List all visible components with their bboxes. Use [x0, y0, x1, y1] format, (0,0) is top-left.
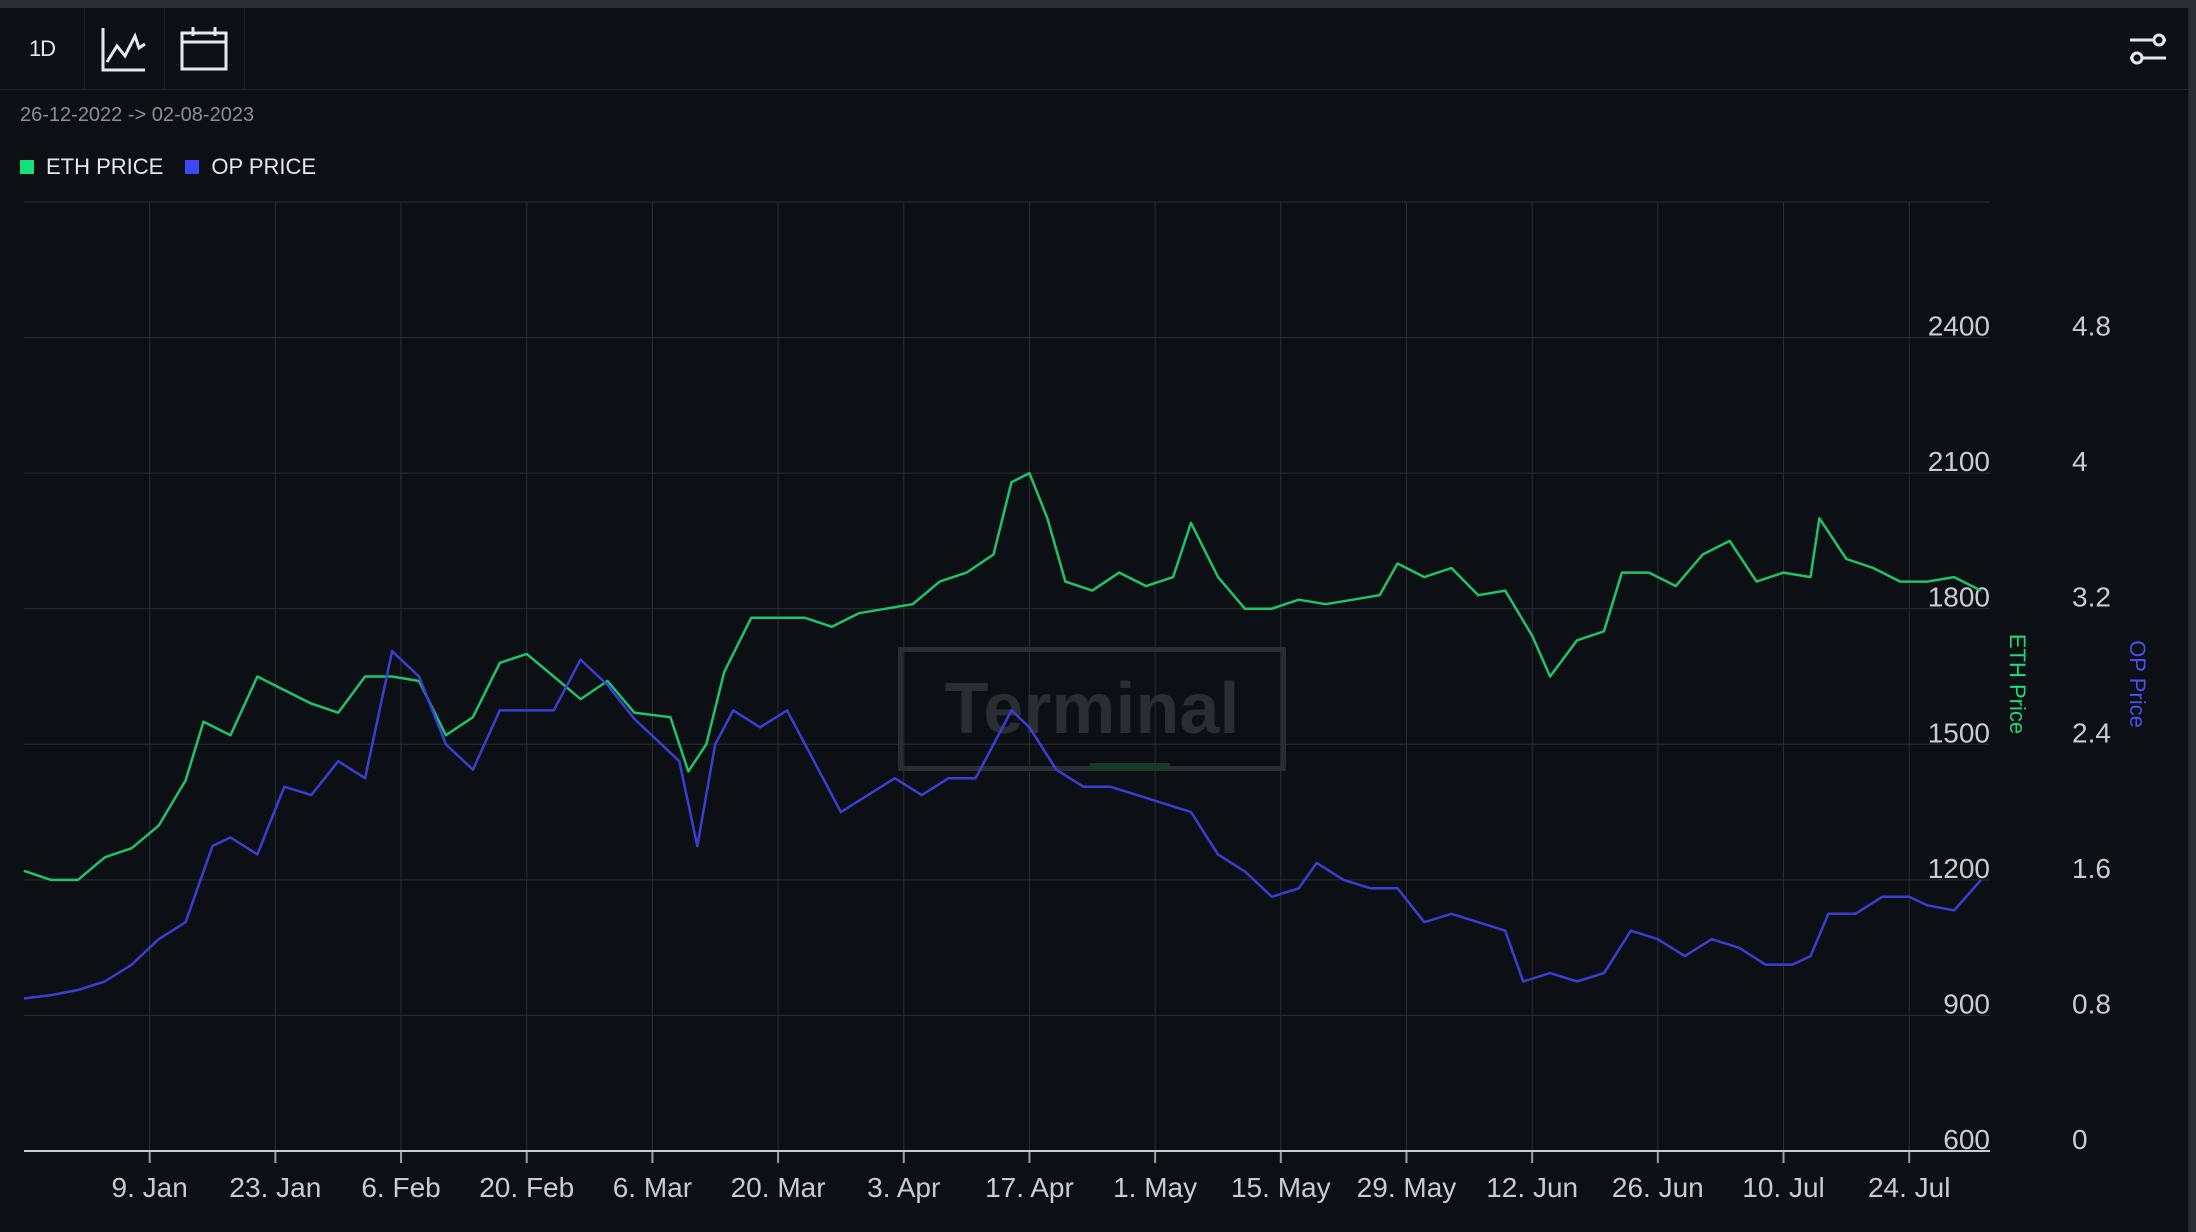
eth-axis-title: ETH Price [2005, 634, 2030, 734]
x-axis-tick-label: 12. Jun [1486, 1172, 1578, 1203]
eth-price-line [23, 471, 1982, 882]
chart-panel: 1D 26-12-2022 -> 02-08-2023 ETH PRICE OP… [0, 8, 2189, 1232]
eth-axis-tick-label: 900 [1943, 988, 1990, 1019]
eth-axis-tick-label: 1200 [1928, 853, 1990, 884]
x-axis-tick-label: 1. May [1113, 1172, 1197, 1203]
x-axis-tick-label: 10. Jul [1742, 1172, 1825, 1203]
op-axis-tick-label: 1.6 [2072, 853, 2111, 884]
x-axis-tick-label: 3. Apr [867, 1172, 940, 1203]
x-axis-tick-label: 23. Jan [229, 1172, 321, 1203]
x-axis-tick-label: 29. May [1357, 1172, 1457, 1203]
op-axis-tick-label: 2.4 [2072, 717, 2111, 748]
op-axis-tick-label: 3.2 [2072, 582, 2111, 613]
op-axis-tick-label: 4 [2072, 446, 2088, 477]
x-axis-tick-label: 6. Mar [613, 1172, 692, 1203]
eth-axis-tick-label: 2100 [1928, 446, 1990, 477]
x-axis-tick-label: 20. Mar [731, 1172, 826, 1203]
x-axis-tick-label: 24. Jul [1868, 1172, 1951, 1203]
op-axis-tick-label: 0.8 [2072, 988, 2111, 1019]
x-axis-tick-label: 6. Feb [361, 1172, 440, 1203]
x-axis-tick-label: 17. Apr [985, 1172, 1074, 1203]
x-axis-tick-label: 15. May [1231, 1172, 1331, 1203]
op-axis-title: OP Price [2125, 640, 2150, 728]
eth-axis-tick-label: 1800 [1928, 582, 1990, 613]
price-chart[interactable]: 600 0900 0.81200 1.61500 2.41800 3.22100 42400… [0, 8, 2188, 1232]
op-axis-tick-label: 0 [2072, 1124, 2088, 1155]
op-price-line [23, 649, 1982, 1000]
eth-axis-tick-label: 2400 [1928, 311, 1990, 342]
x-axis-tick-label: 26. Jun [1612, 1172, 1704, 1203]
op-axis-tick-label: 4.8 [2072, 311, 2111, 342]
eth-axis-tick-label: 1500 [1928, 717, 1990, 748]
x-axis-tick-label: 20. Feb [479, 1172, 574, 1203]
x-axis-tick-label: 9. Jan [112, 1172, 188, 1203]
